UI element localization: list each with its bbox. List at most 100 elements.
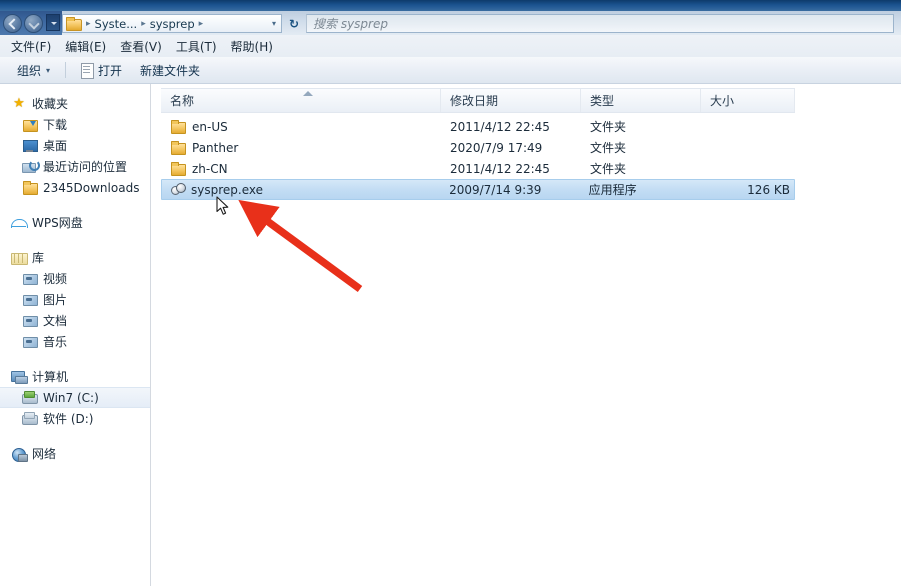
file-date-cell: 2011/4/12 22:45 <box>450 161 550 176</box>
explorer-window: ▸ Syste... ▸ sysprep ▸ ▾ ↻ 搜索 sysprep 文件… <box>0 0 901 586</box>
column-header-date[interactable]: 修改日期 <box>441 89 581 112</box>
sidebar-item-software-d[interactable]: 软件 (D:) <box>0 408 150 429</box>
sidebar-item-wps-cloud[interactable]: WPS网盘 <box>0 212 150 233</box>
file-date-cell: 2020/7/9 17:49 <box>450 140 543 155</box>
breadcrumb-item-0[interactable]: Syste... <box>93 17 140 31</box>
refresh-icon[interactable]: ↻ <box>285 14 303 33</box>
column-header-date-label: 修改日期 <box>450 94 499 108</box>
downloads-folder-icon <box>22 117 38 132</box>
file-date-cell: 2011/4/12 22:45 <box>450 119 550 134</box>
column-header-size-label: 大小 <box>710 94 735 108</box>
sidebar-item-win7-c[interactable]: Win7 (C:) <box>0 387 150 408</box>
sidebar-item-network[interactable]: 网络 <box>0 443 150 464</box>
file-type-cell: 文件夹 <box>590 141 627 155</box>
menu-item-tools[interactable]: 工具(T) <box>169 36 224 57</box>
sidebar-label-downloads: 下载 <box>43 118 68 132</box>
table-row[interactable]: en-US 2011/4/12 22:45 文件夹 <box>161 116 795 137</box>
pictures-library-icon <box>22 292 38 307</box>
menu-item-help[interactable]: 帮助(H) <box>224 36 280 57</box>
toolbar-separator <box>65 62 67 78</box>
file-name: en-US <box>192 119 228 134</box>
table-row[interactable]: Panther 2020/7/9 17:49 文件夹 <box>161 137 795 158</box>
search-input[interactable]: 搜索 sysprep <box>306 14 894 33</box>
recent-places-icon <box>22 159 40 174</box>
column-header-row: 名称 修改日期 类型 大小 <box>161 88 795 113</box>
back-button[interactable] <box>3 13 22 33</box>
column-header-type-label: 类型 <box>590 94 615 108</box>
menu-item-view[interactable]: 查看(V) <box>113 36 169 57</box>
file-name: sysprep.exe <box>191 182 263 197</box>
cloud-icon <box>11 215 28 230</box>
window-title-bar <box>0 0 901 11</box>
sidebar-label-videos: 视频 <box>43 272 68 286</box>
new-folder-button[interactable]: 新建文件夹 <box>131 58 209 83</box>
chevron-down-icon: ▾ <box>46 65 51 75</box>
table-row[interactable]: zh-CN 2011/4/12 22:45 文件夹 <box>161 158 795 179</box>
forward-button[interactable] <box>24 13 43 33</box>
sidebar-label-network: 网络 <box>32 447 57 461</box>
sidebar-label-recent-places: 最近访问的位置 <box>43 160 128 174</box>
file-type-cell: 文件夹 <box>590 162 627 176</box>
file-name-cell: en-US <box>161 119 441 134</box>
file-list-pane[interactable]: 名称 修改日期 类型 大小 en-US 2011/4/12 22:45 文件夹 <box>152 84 901 586</box>
menu-bar: 文件(F) 编辑(E) 查看(V) 工具(T) 帮助(H) <box>0 35 901 57</box>
sidebar-group-computer[interactable]: 计算机 <box>0 366 150 387</box>
sidebar-item-2345downloads[interactable]: 2345Downloads <box>0 177 150 198</box>
file-name: zh-CN <box>192 161 228 176</box>
network-icon <box>11 446 28 462</box>
folder-icon <box>170 119 186 134</box>
column-header-size[interactable]: 大小 <box>701 89 795 112</box>
column-header-name-label: 名称 <box>170 94 195 108</box>
sidebar-item-pictures[interactable]: 图片 <box>0 289 150 310</box>
navigation-pane[interactable]: ★ 收藏夹 下载 桌面 最近访问的位置 2345Downloads WPS网盘 <box>0 84 151 586</box>
organize-button[interactable]: 组织 ▾ <box>8 58 59 83</box>
sidebar-label-wps-cloud: WPS网盘 <box>32 216 83 230</box>
computer-icon <box>11 369 28 384</box>
breadcrumb-separator-2[interactable]: ▸ <box>197 19 206 29</box>
sidebar-item-videos[interactable]: 视频 <box>0 268 150 289</box>
sidebar-label-win7-c: Win7 (C:) <box>43 390 99 405</box>
column-header-type[interactable]: 类型 <box>581 89 701 112</box>
music-library-icon <box>22 334 38 349</box>
address-bar[interactable]: ▸ Syste... ▸ sysprep ▸ ▾ <box>62 14 282 33</box>
sidebar-gap-2 <box>0 233 150 247</box>
organize-label: 组织 <box>17 63 42 78</box>
breadcrumb-item-1[interactable]: sysprep <box>148 17 197 31</box>
documents-library-icon <box>22 313 38 328</box>
sidebar-label-documents: 文档 <box>43 314 68 328</box>
sidebar-item-documents[interactable]: 文档 <box>0 310 150 331</box>
sidebar-item-downloads[interactable]: 下载 <box>0 114 150 135</box>
file-rows: en-US 2011/4/12 22:45 文件夹 Panther 2020/7… <box>161 116 795 200</box>
breadcrumb-separator-0[interactable]: ▸ <box>84 19 93 29</box>
folder-icon <box>170 161 186 176</box>
folder-icon <box>170 140 186 155</box>
open-label: 打开 <box>98 63 123 78</box>
sidebar-item-desktop[interactable]: 桌面 <box>0 135 150 156</box>
hard-drive-icon <box>22 390 38 405</box>
open-button[interactable]: 打开 <box>72 58 131 83</box>
recent-pages-button[interactable] <box>46 14 60 31</box>
sidebar-label-2345downloads: 2345Downloads <box>43 180 140 195</box>
chevron-down-icon[interactable]: ▾ <box>272 19 279 28</box>
desktop-icon <box>22 138 38 153</box>
sidebar-item-music[interactable]: 音乐 <box>0 331 150 352</box>
sidebar-item-recent-places[interactable]: 最近访问的位置 <box>0 156 150 177</box>
hard-drive-icon <box>22 411 38 426</box>
column-header-name[interactable]: 名称 <box>161 89 441 112</box>
menu-item-edit[interactable]: 编辑(E) <box>58 36 113 57</box>
sort-ascending-icon <box>303 91 313 96</box>
star-icon: ★ <box>13 96 25 111</box>
menu-item-file[interactable]: 文件(F) <box>4 36 58 57</box>
application-exe-icon <box>170 182 186 197</box>
breadcrumb-separator-1[interactable]: ▸ <box>139 19 148 29</box>
table-row[interactable]: sysprep.exe 2009/7/14 9:39 应用程序 126 KB <box>161 179 795 200</box>
sidebar-label-software-d: 软件 (D:) <box>43 412 94 426</box>
library-icon <box>11 250 28 265</box>
file-name-cell: sysprep.exe <box>162 182 441 197</box>
sidebar-gap-4 <box>0 429 150 443</box>
search-placeholder: 搜索 sysprep <box>313 17 388 31</box>
sidebar-group-libraries[interactable]: 库 <box>0 247 150 268</box>
file-size-cell: 126 KB <box>747 182 790 197</box>
command-toolbar: 组织 ▾ 打开 新建文件夹 <box>0 57 901 84</box>
sidebar-group-favorites[interactable]: ★ 收藏夹 <box>0 93 150 114</box>
